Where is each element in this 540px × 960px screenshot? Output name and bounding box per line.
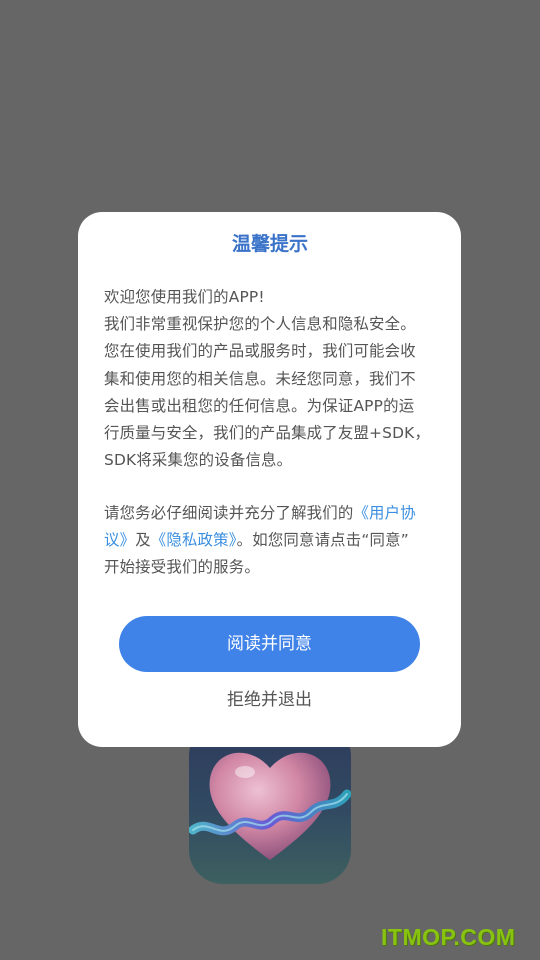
agreement-text-part: 及 xyxy=(135,531,151,550)
notice-line: 集和使用您的相关信息。未经您同意，我们不 xyxy=(104,369,416,388)
agreement-line: 请您务必仔细阅读并充分了解我们的《用户协 xyxy=(104,500,432,527)
user-agreement-link[interactable]: 《用户协 xyxy=(353,504,415,522)
notice-line: 您在使用我们的产品或服务时，我们可能会收 xyxy=(104,342,416,361)
notice-line: 会出售或出租您的任何信息。为保证APP的运 xyxy=(104,396,415,415)
dialog-title: 温馨提示 xyxy=(231,233,308,255)
agreement-text-part: 请您务必仔细阅读并充分了解我们的 xyxy=(104,504,354,522)
notice-line: 行质量与安全，我们的产品集成了友盟+SDK， xyxy=(104,424,431,443)
user-agreement-link[interactable]: 议》 xyxy=(104,531,135,549)
agreement-text-part: 。如您同意请点击“同意” xyxy=(236,531,409,550)
privacy-notice-text: 欢迎您使用我们的APP! 我们非常重视保护您的个人信息和隐私安全。 您在使用我们… xyxy=(104,284,432,474)
notice-line: SDK将采集您的设备信息。 xyxy=(104,451,293,470)
notice-line: 我们非常重视保护您的个人信息和隐私安全。 xyxy=(104,315,416,334)
notice-line: 欢迎您使用我们的APP! xyxy=(104,288,265,306)
agreement-line: 开始接受我们的服务。 xyxy=(104,558,260,577)
privacy-policy-link[interactable]: 《隐私政策》 xyxy=(151,531,237,549)
agreement-text: 请您务必仔细阅读并充分了解我们的《用户协 议》及《隐私政策》。如您同意请点击“同… xyxy=(104,500,432,582)
accept-button[interactable]: 阅读并同意 xyxy=(119,616,420,672)
agreement-line: 议》及《隐私政策》。如您同意请点击“同意” xyxy=(104,527,432,554)
reject-button[interactable]: 拒绝并退出 xyxy=(119,684,420,716)
watermark: ITMOP.COM xyxy=(381,924,516,950)
